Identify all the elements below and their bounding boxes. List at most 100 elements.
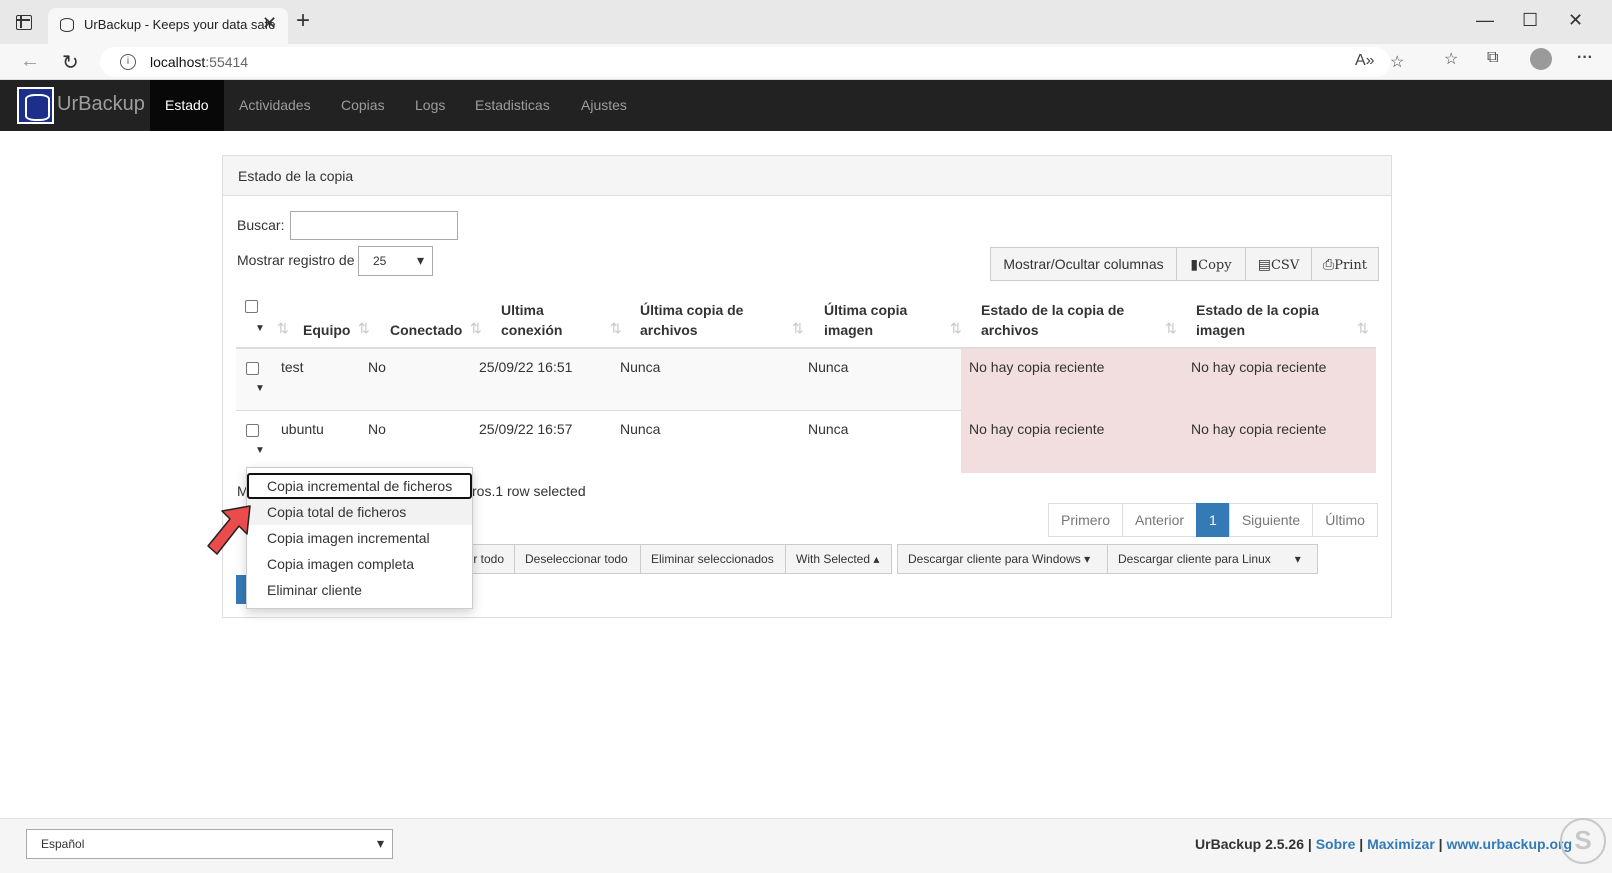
tab-actions-icon[interactable]: [16, 15, 32, 30]
length-label: Mostrar registro de: [237, 252, 355, 268]
profile-icon[interactable]: [1530, 48, 1552, 70]
col-ultima-copia-imagen[interactable]: Última copia imagen: [824, 300, 934, 340]
length-select[interactable]: 25: [358, 246, 433, 276]
favorites-icon[interactable]: ☆: [1444, 49, 1458, 69]
caret-down-icon[interactable]: ▼: [246, 380, 274, 398]
search-input[interactable]: [290, 211, 458, 240]
cell-ultima-copia-archivos: Nunca: [620, 359, 661, 375]
nav-estadisticas[interactable]: Estadisticas: [460, 80, 565, 131]
client-action-dropdown: Copia incremental de ficheros Copia tota…: [246, 467, 473, 609]
with-selected-button[interactable]: With Selected ▴: [785, 544, 892, 574]
cell-ultima-copia-imagen: Nunca: [808, 359, 849, 375]
sort-icon[interactable]: ⇅: [470, 320, 482, 337]
col-conectado[interactable]: Conectado: [390, 320, 462, 340]
close-icon[interactable]: ✕: [262, 13, 277, 34]
brand-name[interactable]: UrBackup: [57, 93, 145, 116]
page-last-button[interactable]: Último: [1312, 503, 1378, 537]
cell-equipo: ubuntu: [281, 421, 324, 437]
back-icon[interactable]: ←: [20, 50, 40, 73]
menu-item-incremental-image-backup[interactable]: Copia imagen incremental: [247, 525, 472, 551]
caret-down-icon[interactable]: ▼: [246, 442, 274, 460]
page-next-button[interactable]: Siguiente: [1228, 503, 1314, 537]
sort-icon[interactable]: ⇅: [1165, 320, 1177, 337]
sort-icon[interactable]: ⇅: [792, 320, 804, 337]
delete-selected-button[interactable]: Eliminar seleccionados: [640, 544, 786, 574]
row-checkbox[interactable]: [246, 424, 259, 437]
cell-conectado: No: [368, 359, 386, 375]
cell-ultima-conexion: 25/09/22 16:57: [479, 421, 573, 437]
deselect-all-button[interactable]: Deseleccionar todo: [514, 544, 641, 574]
nav-actividades[interactable]: Actividades: [224, 80, 326, 131]
footer-links: UrBackup 2.5.26 | Sobre | Maximizar | ww…: [1195, 836, 1572, 852]
version-text: UrBackup 2.5.26: [1195, 836, 1304, 852]
watermark-logo: S: [1560, 818, 1606, 864]
nav-ajustes[interactable]: Ajustes: [566, 80, 642, 131]
csv-button[interactable]: ▤CSV: [1245, 247, 1312, 281]
info-icon[interactable]: i: [120, 54, 136, 70]
address-bar: ← ↻ i localhost:55414 A» ☆ ☆ ⧉ ···: [0, 44, 1612, 80]
menu-item-remove-client[interactable]: Eliminar cliente: [247, 577, 472, 603]
cell-equipo: test: [281, 359, 304, 375]
cell-ultima-conexion: 25/09/22 16:51: [479, 359, 573, 375]
refresh-icon[interactable]: ↻: [62, 50, 79, 75]
menu-item-full-file-backup[interactable]: Copia total de ficheros: [247, 499, 472, 525]
select-all-checkbox[interactable]: [245, 300, 258, 313]
url-text: localhost:55414: [150, 54, 249, 70]
nav-logs[interactable]: Logs: [400, 80, 460, 131]
cell-ultima-copia-archivos: Nunca: [620, 421, 661, 437]
panel-heading: Estado de la copia: [223, 156, 1391, 196]
nav-estado[interactable]: Estado: [150, 80, 224, 131]
page-current-button[interactable]: 1: [1196, 503, 1230, 537]
cell-ultima-copia-imagen: Nunca: [808, 421, 849, 437]
table-info: ros.1 row selected: [472, 483, 586, 499]
sort-icon[interactable]: ⇅: [950, 320, 962, 337]
cell-conectado: No: [368, 421, 386, 437]
window-close-icon[interactable]: ✕: [1568, 10, 1583, 31]
browser-titlebar: UrBackup - Keeps your data safe ✕ + — ☐ …: [0, 0, 1612, 44]
app-navbar: UrBackup Estado Actividades Copias Logs …: [0, 80, 1612, 131]
cell-estado-archivos: No hay copia reciente: [969, 421, 1105, 437]
table-row[interactable]: ▼ ubuntu No 25/09/22 16:57 Nunca Nunca N…: [236, 411, 1376, 473]
cell-estado-imagen: No hay copia reciente: [1191, 359, 1327, 375]
menu-item-full-image-backup[interactable]: Copia imagen completa: [247, 551, 472, 577]
plus-icon[interactable]: +: [296, 9, 310, 33]
favorite-add-icon[interactable]: ☆: [1390, 52, 1404, 72]
maximize-icon[interactable]: ☐: [1522, 10, 1538, 31]
language-select[interactable]: Español: [26, 829, 393, 859]
browser-tab[interactable]: UrBackup - Keeps your data safe ✕: [48, 8, 288, 44]
nav-copias[interactable]: Copias: [326, 80, 400, 131]
menu-item-incremental-file-backup[interactable]: Copia incremental de ficheros: [247, 473, 472, 499]
urbackup-logo[interactable]: [17, 87, 54, 124]
database-icon: [60, 18, 74, 32]
download-linux-button[interactable]: Descargar cliente para Linux ▾: [1107, 544, 1318, 574]
print-button[interactable]: ⎙Print: [1311, 247, 1379, 281]
page-first-button[interactable]: Primero: [1048, 503, 1124, 537]
col-equipo[interactable]: Equipo: [303, 320, 350, 340]
more-icon[interactable]: ···: [1577, 49, 1593, 67]
page-prev-button[interactable]: Anterior: [1122, 503, 1198, 537]
col-ultima-conexion[interactable]: Ultima conexión: [501, 300, 581, 340]
collections-icon[interactable]: ⧉: [1487, 49, 1498, 67]
col-estado-copia-archivos[interactable]: Estado de la copia de archivos: [981, 300, 1156, 340]
copy-button[interactable]: ▮Copy: [1176, 247, 1246, 281]
caret-down-icon[interactable]: ▼: [246, 320, 274, 338]
annotation-arrow-icon: [207, 505, 251, 555]
toggle-columns-button[interactable]: Mostrar/Ocultar columnas: [990, 247, 1177, 281]
row-checkbox[interactable]: [246, 362, 259, 375]
url-field[interactable]: i localhost:55414 A» ☆: [100, 47, 1404, 77]
col-estado-copia-imagen[interactable]: Estado de la copia imagen: [1196, 300, 1336, 340]
pagination: Primero Anterior 1 Siguiente Último: [1048, 503, 1378, 537]
read-aloud-icon[interactable]: A»: [1355, 52, 1375, 70]
maximize-link[interactable]: Maximizar: [1367, 836, 1435, 852]
col-ultima-copia-archivos[interactable]: Última copia de archivos: [640, 300, 780, 340]
minimize-icon[interactable]: —: [1476, 10, 1494, 31]
download-windows-button[interactable]: Descargar cliente para Windows ▾: [897, 544, 1108, 574]
about-link[interactable]: Sobre: [1316, 836, 1356, 852]
sort-icon[interactable]: ⇅: [1357, 320, 1369, 337]
website-link[interactable]: www.urbackup.org: [1447, 836, 1573, 852]
search-label: Buscar:: [237, 217, 285, 233]
sort-icon[interactable]: ⇅: [358, 320, 370, 337]
sort-icon[interactable]: ⇅: [277, 320, 289, 337]
sort-icon[interactable]: ⇅: [610, 320, 622, 337]
table-row[interactable]: ▼ test No 25/09/22 16:51 Nunca Nunca No …: [236, 349, 1376, 411]
